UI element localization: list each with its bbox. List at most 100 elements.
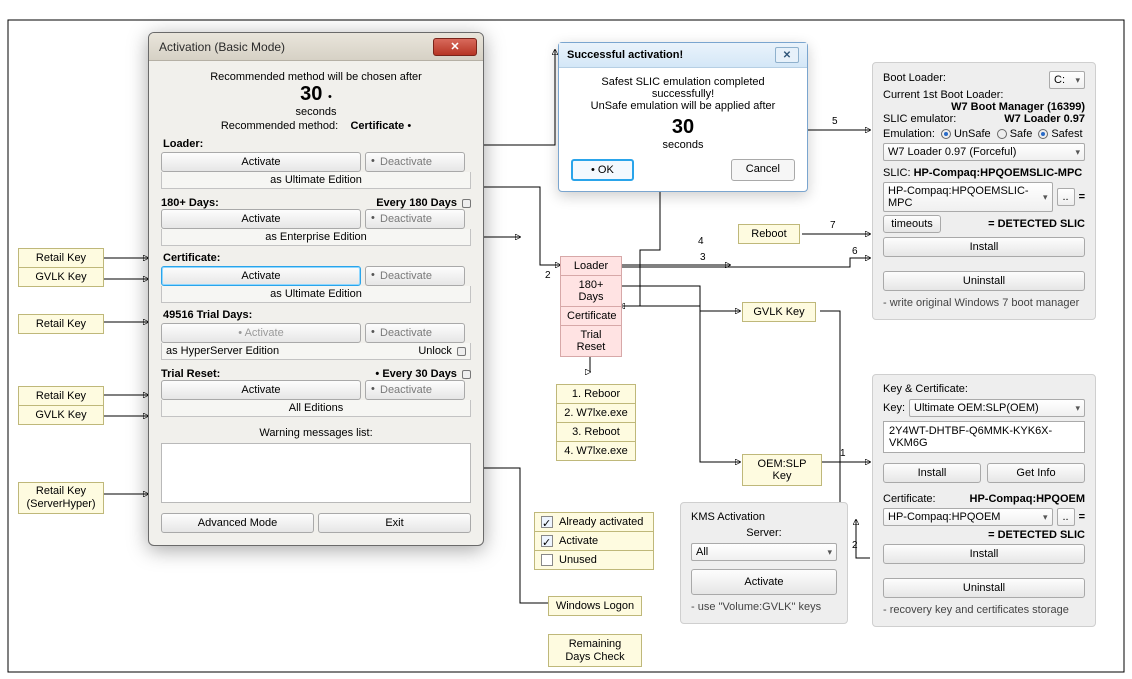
close-button[interactable]: ✕: [433, 38, 477, 56]
key-getinfo-button[interactable]: Get Info: [987, 463, 1085, 483]
reset-activate-button[interactable]: Activate: [161, 380, 361, 400]
reset-label: Trial Reset:: [161, 368, 220, 380]
opt-activate: ✓ Activate: [534, 532, 654, 551]
cert-install-button[interactable]: Install: [883, 544, 1085, 564]
boot-title: Boot Loader:: [883, 72, 946, 84]
advanced-mode-button[interactable]: Advanced Mode: [161, 513, 314, 533]
kms-note: - use "Volume:GVLK" keys: [691, 601, 837, 613]
reset-right: • Every 30 Days: [375, 368, 471, 380]
node-trialreset: Trial Reset: [560, 326, 622, 357]
popup-ok-button[interactable]: • OK: [571, 159, 634, 181]
cert-label: Certificate:: [163, 252, 471, 264]
boot-slic-emu-label: SLIC emulator:: [883, 113, 956, 125]
kms-activate-button[interactable]: Activate: [691, 569, 837, 595]
radio-unsafe[interactable]: UnSafe: [941, 128, 991, 140]
node-remaining: Remaining Days Check: [548, 634, 642, 667]
svg-text:2: 2: [852, 540, 858, 551]
popup-count: 30: [571, 116, 795, 139]
svg-text:5: 5: [832, 116, 838, 127]
retail-key-1: Retail Key: [18, 248, 104, 268]
kms-server-label: Server:: [691, 527, 837, 539]
cert-drop[interactable]: HP-Compaq:HPQOEM▾: [883, 508, 1053, 526]
warn-label: Warning messages list:: [161, 427, 471, 439]
seconds-label: seconds: [161, 106, 471, 118]
reset-checkbox[interactable]: [462, 370, 471, 379]
boot-current-value: W7 Boot Manager (16399): [883, 101, 1085, 113]
opt-already: ✓ Already activated: [534, 512, 654, 532]
radio-safe[interactable]: Safe: [997, 128, 1033, 140]
cert-subline: as Ultimate Edition: [161, 286, 471, 303]
cert-uninstall-button[interactable]: Uninstall: [883, 578, 1085, 598]
unlock-checkbox[interactable]: [457, 347, 466, 356]
days-right: Every 180 Days: [376, 197, 471, 209]
gvlk-key-1: GVLK Key: [18, 268, 104, 287]
kms-title: KMS Activation: [691, 511, 837, 523]
popup-seconds: seconds: [571, 139, 795, 151]
trial-deactivate-button[interactable]: Deactivate: [365, 323, 465, 343]
cert-value2: HP-Compaq:HPQOEM: [970, 493, 1086, 505]
node-reboot: Reboot: [738, 224, 800, 244]
days-activate-button[interactable]: Activate: [161, 209, 361, 229]
loader-deactivate-button[interactable]: Deactivate: [365, 152, 465, 172]
reset-deactivate-button[interactable]: Deactivate: [365, 380, 465, 400]
exit-button[interactable]: Exit: [318, 513, 471, 533]
step-4: 4. W7lxe.exe: [556, 442, 636, 461]
keycert-note: - recovery key and certificates storage: [883, 604, 1085, 616]
boot-drive-drop[interactable]: C:▾: [1049, 71, 1085, 89]
node-180days: 180+ Days: [560, 276, 622, 307]
boot-loader-drop[interactable]: W7 Loader 0.97 (Forceful)▾: [883, 143, 1085, 161]
loader-activate-button[interactable]: Activate: [161, 152, 361, 172]
rec-method-value: Certificate: [350, 120, 404, 132]
boot-emulation-label: Emulation:: [883, 128, 935, 140]
gvlk-key-2: GVLK Key: [18, 406, 104, 425]
node-certificate: Certificate: [560, 307, 622, 326]
keycert-detected: = DETECTED SLIC: [883, 529, 1085, 541]
keycert-title: Key & Certificate:: [883, 383, 1085, 395]
step-3: 3. Reboot: [556, 423, 636, 442]
eq-icon-2: =: [1079, 511, 1085, 523]
boot-slic-drop[interactable]: HP-Compaq:HPQOEMSLIC-MPC▾: [883, 182, 1053, 212]
cert-label2: Certificate:: [883, 493, 936, 505]
cert-activate-button[interactable]: Activate: [161, 266, 361, 286]
radio-safest[interactable]: Safest: [1038, 128, 1082, 140]
node-oem-slp: OEM:SLP Key: [742, 454, 822, 486]
days-checkbox[interactable]: [462, 199, 471, 208]
step-1: 1. Reboor: [556, 384, 636, 404]
popup-cancel-button[interactable]: Cancel: [731, 159, 795, 181]
svg-text:1: 1: [840, 448, 846, 459]
cert-deactivate-button[interactable]: Deactivate: [365, 266, 465, 286]
trial-activate-button[interactable]: • Activate: [161, 323, 361, 343]
kms-server-drop[interactable]: All▾: [691, 543, 837, 561]
popup-line2: UnSafe emulation will be applied after: [571, 100, 795, 112]
key-value[interactable]: 2Y4WT-DHTBF-Q6MMK-KYK6X-VKM6G: [883, 421, 1085, 453]
key-drop[interactable]: Ultimate OEM:SLP(OEM)▾: [909, 399, 1085, 417]
boot-install-button[interactable]: Install: [883, 237, 1085, 257]
days-deactivate-button[interactable]: Deactivate: [365, 209, 465, 229]
svg-text:7: 7: [830, 220, 836, 231]
loader-label: Loader:: [163, 138, 471, 150]
popup-title: Successful activation!: [567, 49, 683, 61]
node-winlogon: Windows Logon: [548, 596, 642, 616]
boot-detected: = DETECTED SLIC: [988, 218, 1085, 230]
boot-uninstall-button[interactable]: Uninstall: [883, 271, 1085, 291]
trial-label: 49516 Trial Days:: [163, 309, 471, 321]
key-install-button[interactable]: Install: [883, 463, 981, 483]
retail-key-serverhyper: Retail Key (ServerHyper): [18, 482, 104, 514]
svg-text:3: 3: [700, 252, 706, 263]
cert-more-button[interactable]: ..: [1057, 508, 1075, 526]
countdown: 30 •: [161, 83, 471, 106]
popup-close-icon[interactable]: ✕: [775, 47, 799, 63]
days-label: 180+ Days:: [161, 197, 219, 209]
svg-text:2: 2: [545, 270, 551, 281]
boot-current-label: Current 1st Boot Loader:: [883, 89, 1085, 101]
boot-timeouts-button[interactable]: timeouts: [883, 215, 941, 233]
svg-text:4: 4: [698, 236, 704, 247]
eq-icon: =: [1079, 191, 1085, 203]
unlock-label[interactable]: Unlock: [418, 345, 452, 357]
opt-unused: Unused: [534, 551, 654, 570]
boot-slic-more-button[interactable]: ..: [1057, 188, 1075, 206]
reset-subline: All Editions: [161, 400, 471, 417]
step-2: 2. W7lxe.exe: [556, 404, 636, 423]
retail-key-3: Retail Key: [18, 386, 104, 406]
key-label: Key:: [883, 402, 905, 414]
